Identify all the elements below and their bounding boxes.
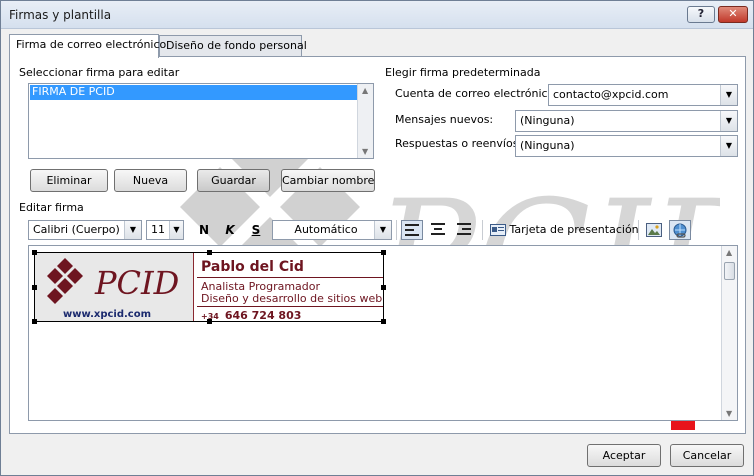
pcid-logo: PCID [47,258,179,304]
insert-hyperlink-button[interactable] [669,220,691,240]
logo-text: PCID [94,264,179,302]
resize-handle[interactable] [207,319,212,324]
window-title: Firmas y plantilla [9,8,112,22]
chevron-down-icon[interactable]: ▼ [124,221,141,239]
tab-email-signature[interactable]: Firma de correo electrónico [9,34,166,58]
align-left-button[interactable] [401,220,423,240]
phone-number: 646 724 803 [224,309,302,322]
italic-button[interactable]: K [219,220,241,240]
replies-value: (Ninguna) [520,139,575,152]
scroll-down-icon[interactable]: ▼ [362,147,368,156]
font-size-value: 11 [151,223,165,236]
rename-button[interactable]: Cambiar nombre [281,169,375,192]
resize-handle[interactable] [32,319,37,324]
font-size-select[interactable]: 11 ▼ [146,220,184,240]
delete-button[interactable]: Eliminar [30,169,108,192]
signature-editor[interactable]: PCID www.xpcid.com Pablo del Cid Analist… [28,245,738,421]
underline-button[interactable]: S [245,220,267,240]
scroll-down-icon[interactable]: ▼ [726,409,732,418]
scroll-up-icon[interactable]: ▲ [726,248,732,257]
cancel-button[interactable]: Cancelar [670,444,744,467]
business-card-button[interactable]: Tarjeta de presentación [490,220,639,240]
signature-rule [197,306,383,307]
signature-rule [197,277,383,278]
chevron-down-icon[interactable]: ▼ [374,221,391,239]
font-select[interactable]: Calibri (Cuerpo) ▼ [28,220,142,240]
align-center-button[interactable] [427,220,449,240]
insert-picture-icon [646,223,662,237]
account-label: Cuenta de correo electrónico: [395,87,559,100]
signature-phone: +34 646 724 803 [201,309,301,322]
chevron-down-icon[interactable]: ▼ [720,136,737,156]
resize-handle[interactable] [381,250,386,255]
signature-description: Diseño y desarrollo de sitios web [201,292,383,305]
font-color-value: Automático [294,223,358,236]
signature-logo-area: PCID www.xpcid.com [35,253,193,321]
signature-website: www.xpcid.com [63,309,152,320]
font-color-select[interactable]: Automático ▼ [272,220,392,240]
business-card-label: Tarjeta de presentación [509,223,639,236]
default-signature-heading: Elegir firma predeterminada [385,66,541,79]
signature-name: Pablo del Cid [201,259,304,275]
close-button[interactable]: ✕ [718,6,748,23]
select-signature-heading: Seleccionar firma para editar [19,66,180,79]
signature-list[interactable]: FIRMA DE PCID ▲ ▼ [28,83,374,159]
resize-handle[interactable] [381,285,386,290]
save-button[interactable]: Guardar [197,169,270,192]
new-button[interactable]: Nueva [114,169,187,192]
scroll-up-icon[interactable]: ▲ [362,86,368,95]
business-card-icon [490,224,506,236]
font-value: Calibri (Cuerpo) [33,223,120,236]
ok-button[interactable]: Aceptar [587,444,661,467]
align-left-icon [405,224,419,236]
align-right-icon [457,223,471,235]
help-button[interactable]: ? [687,6,715,23]
insert-picture-button[interactable] [643,220,665,240]
chevron-down-icon[interactable]: ▼ [720,85,737,105]
list-scrollbar[interactable]: ▲ ▼ [357,84,373,158]
replies-label: Respuestas o reenvíos: [395,137,523,150]
signature-divider [193,253,194,321]
chevron-down-icon[interactable]: ▼ [720,111,737,131]
new-messages-label: Mensajes nuevos: [395,113,494,126]
account-value: contacto@xpcid.com [553,88,669,101]
chevron-down-icon[interactable]: ▼ [169,221,183,239]
scrollbar-thumb[interactable] [724,262,735,280]
edit-signature-heading: Editar firma [19,201,84,214]
new-messages-value: (Ninguna) [520,114,575,127]
account-select[interactable]: contacto@xpcid.com ▼ [548,84,738,106]
align-right-button[interactable] [453,220,475,240]
resize-handle[interactable] [381,319,386,324]
align-center-icon [431,223,445,235]
tab-panel: PCID Seleccionar firma para editar FIRMA… [9,56,746,434]
replies-select[interactable]: (Ninguna) ▼ [515,135,738,157]
list-item[interactable]: FIRMA DE PCID [30,85,358,100]
toolbar-separator [482,220,483,240]
resize-handle[interactable] [32,285,37,290]
tab-personal-stationery[interactable]: Diseño de fondo personal [159,35,307,57]
editor-scrollbar[interactable]: ▲ ▼ [721,246,737,420]
resize-handle[interactable] [207,250,212,255]
title-bar: Firmas y plantilla ? ✕ [1,1,753,29]
toolbar-separator [396,220,397,240]
hyperlink-icon [673,223,687,238]
resize-handle[interactable] [32,250,37,255]
dialog-window: Firmas y plantilla ? ✕ Firma de correo e… [0,0,754,476]
bold-button[interactable]: N [193,220,215,240]
new-messages-select[interactable]: (Ninguna) ▼ [515,110,738,132]
signature-image[interactable]: PCID www.xpcid.com Pablo del Cid Analist… [32,250,386,324]
toolbar-separator [638,220,639,240]
